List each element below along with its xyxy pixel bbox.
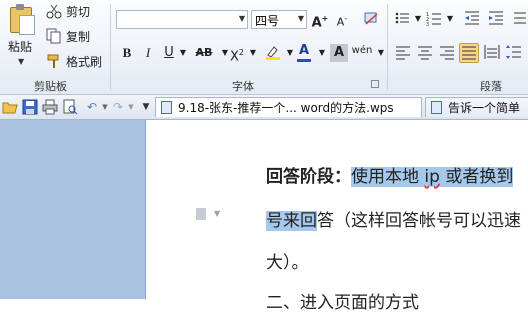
- doc-line-2: 号来回答（这样回答帐号可以迅速: [266, 211, 521, 231]
- format-painter-button[interactable]: 格式刷: [46, 52, 102, 70]
- italic-button[interactable]: I: [139, 44, 157, 62]
- ribbon: 粘贴 ▼ 剪切 复制 格式刷 剪贴板 ▼ 四号 ▼ A+ A- B I U ▼ …: [0, 0, 528, 95]
- chevron-down-icon: ▼: [297, 14, 304, 23]
- paste-label[interactable]: 粘贴: [8, 38, 32, 55]
- font-dialog-launcher-icon[interactable]: [371, 80, 379, 88]
- doc-tab-inactive[interactable]: 告诉一个简单: [425, 97, 528, 117]
- clear-format-icon[interactable]: [362, 10, 380, 28]
- font-color-dropdown-icon[interactable]: ▼: [313, 44, 331, 62]
- bold-button[interactable]: B: [118, 44, 136, 62]
- print-preview-icon[interactable]: [62, 99, 78, 115]
- document-icon: [431, 101, 442, 114]
- doc-tab-label: 告诉一个简单: [448, 101, 521, 115]
- align-left-icon[interactable]: [394, 44, 412, 62]
- strikethrough-button[interactable]: AB: [193, 44, 215, 62]
- font-group-label: 字体: [232, 80, 254, 93]
- open-folder-icon[interactable]: [2, 99, 18, 115]
- selected-text: 使用本地 ip 或者换到: [351, 167, 514, 187]
- numbering-dropdown-icon[interactable]: ▼: [441, 10, 459, 28]
- scissors-icon: [46, 3, 62, 19]
- svg-text:3: 3: [426, 22, 429, 26]
- cut-button[interactable]: 剪切: [46, 2, 90, 20]
- customize-qat-icon[interactable]: ▼: [138, 99, 154, 115]
- shrink-font-button[interactable]: A-: [333, 10, 351, 29]
- doc-tab-label: 9.18-张东-推荐一个... word的方法.wps: [178, 101, 394, 115]
- answer-stage-heading: 回答阶段：: [266, 167, 351, 187]
- underline-dropdown-icon[interactable]: ▼: [174, 44, 192, 62]
- justify-icon[interactable]: [459, 43, 479, 63]
- font-size-value: 四号: [255, 14, 280, 28]
- paste-button[interactable]: [6, 3, 36, 39]
- font-size-combo[interactable]: 四号 ▼: [251, 10, 307, 29]
- document-icon: [161, 101, 172, 114]
- align-center-icon[interactable]: [416, 44, 434, 62]
- font-color-button[interactable]: A: [295, 42, 313, 62]
- font-name-combo[interactable]: ▼: [116, 10, 248, 29]
- format-painter-icon: [46, 53, 62, 69]
- doc-line-3: 大）。: [266, 253, 309, 273]
- distributed-align-icon[interactable]: [483, 44, 501, 62]
- paste-dropdown-icon[interactable]: ▼: [18, 57, 24, 66]
- save-icon[interactable]: [22, 99, 38, 115]
- char-shading-button[interactable]: A: [330, 44, 348, 62]
- format-painter-label: 格式刷: [66, 54, 103, 69]
- copy-button[interactable]: 复制: [46, 27, 90, 45]
- page-margin-area: [0, 120, 145, 299]
- decrease-indent-icon[interactable]: [463, 10, 481, 28]
- paragraph-dropdown-icon[interactable]: ▼: [214, 209, 220, 218]
- align-right-icon[interactable]: [438, 44, 456, 62]
- spellcheck-word: ip: [424, 167, 440, 187]
- cut-label: 剪切: [66, 4, 91, 19]
- chevron-down-icon: ▼: [238, 14, 245, 23]
- quick-access-bar: ↶ ▼ ↷ ▼ ▼ 9.18-张东-推荐一个... word的方法.wps 告诉…: [0, 95, 528, 120]
- paragraph-layout-icon[interactable]: [196, 208, 206, 220]
- paragraph-group-label: 段落: [480, 80, 502, 93]
- print-icon[interactable]: [42, 99, 58, 115]
- superscript-dropdown-icon[interactable]: ▼: [244, 44, 262, 62]
- increase-indent-icon[interactable]: [487, 10, 505, 28]
- selected-text: 号来回: [266, 211, 317, 231]
- phonetic-guide-button[interactable]: wén: [351, 42, 373, 60]
- doc-tab-active[interactable]: 9.18-张东-推荐一个... word的方法.wps: [155, 97, 422, 117]
- doc-line-1: 回答阶段：使用本地 ip 或者换到: [266, 162, 514, 187]
- clipboard-group-label: 剪贴板: [34, 80, 67, 93]
- copy-icon: [46, 28, 62, 44]
- grow-font-button[interactable]: A+: [311, 10, 329, 30]
- redo-dropdown-icon[interactable]: ▼: [123, 99, 139, 115]
- highlight-icon[interactable]: [264, 44, 282, 62]
- doc-line-4: 二、进入页面的方式: [266, 293, 419, 313]
- text-direction-icon[interactable]: [511, 10, 528, 28]
- line-spacing-icon[interactable]: [505, 44, 523, 62]
- copy-label: 复制: [66, 29, 91, 44]
